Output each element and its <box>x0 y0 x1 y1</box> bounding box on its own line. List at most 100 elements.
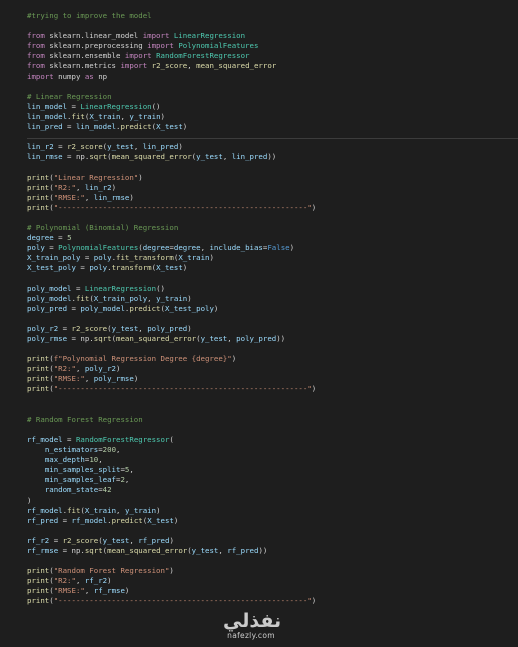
code-token-variable: y_test <box>111 323 139 333</box>
code-token-plain: ) <box>169 566 174 576</box>
code-line: poly_r2 = r2_score(y_test, poly_pred) <box>27 324 316 334</box>
code-line: print("---------------------------------… <box>27 203 316 213</box>
code-token-function: fit <box>67 505 81 515</box>
code-line: print("---------------------------------… <box>27 596 316 606</box>
code-token-plain: = <box>58 515 72 525</box>
code-line: min_samples_split=5, <box>27 465 316 475</box>
code-cell[interactable]: #trying to improve the model from sklear… <box>27 11 316 607</box>
code-token-plain: ) <box>107 576 112 586</box>
code-line: n_estimators=200, <box>27 445 316 455</box>
code-line: print("RMSE:", rf_rmse) <box>27 586 316 596</box>
code-token-plain: ) <box>213 303 219 313</box>
code-token-number: 10 <box>89 455 99 465</box>
code-token-plain: ) <box>156 505 161 515</box>
code-token-function: mean_squared_error <box>116 334 197 343</box>
code-token-variable: lin_pred <box>231 152 268 162</box>
code-token-number: 200 <box>102 445 117 455</box>
code-token-plain: , <box>84 586 94 596</box>
code-token-variable: rf_model <box>27 505 63 515</box>
code-token-plain: ) <box>173 515 179 525</box>
code-token-plain: , <box>227 334 237 343</box>
code-token-plain: sklearn.linear_model <box>44 31 143 41</box>
code-editor[interactable]: #trying to improve the model from sklear… <box>0 0 518 647</box>
code-token-number: 5 <box>67 233 72 243</box>
code-token-variable: rf_r2 <box>84 576 108 586</box>
code-line: poly_model = LinearRegression() <box>27 284 316 294</box>
code-token-function: sqrt <box>89 152 108 162</box>
code-token-plain: )) <box>267 152 277 162</box>
code-token-function: print <box>27 364 50 374</box>
code-token-plain: = <box>80 253 94 263</box>
code-line: print("R2:", lin_r2) <box>27 183 316 193</box>
code-token-plain: ) <box>169 535 174 545</box>
code-token-keyword: import <box>120 61 148 71</box>
code-token-variable: y_test <box>107 142 134 152</box>
code-token-variable: X_train <box>89 111 121 121</box>
code-token-function: predict <box>120 122 152 132</box>
code-token-variable: poly_model <box>80 303 125 313</box>
code-token-variable: poly <box>93 253 112 263</box>
code-token-comment: # Polynomial (Binomial) Regression <box>27 222 179 232</box>
code-token-keyword: import <box>27 71 54 81</box>
code-token-function: print <box>27 384 50 394</box>
code-line: print("RMSE:", poly_rmse) <box>27 374 316 384</box>
code-token-function: fit <box>71 111 85 121</box>
code-token-function: mean_squared_error <box>111 152 192 162</box>
code-token-keyword: import <box>124 51 152 61</box>
code-line: rf_pred = rf_model.predict(X_test) <box>27 516 316 526</box>
code-token-variable: degree <box>142 243 170 253</box>
code-token-variable: y_test <box>200 334 228 343</box>
code-line: # Polynomial (Binomial) Regression <box>27 223 316 233</box>
code-token-plain: = <box>75 263 90 273</box>
code-token-variable: lin_model <box>27 101 68 111</box>
code-token-string: "R2:" <box>53 576 76 586</box>
code-token-function: predict <box>129 303 161 313</box>
code-token-plain: ) <box>111 182 117 192</box>
code-token-variable: poly_model <box>27 293 72 303</box>
code-token-plain: )) <box>258 545 268 555</box>
code-line: from sklearn.linear_model import LinearR… <box>27 31 316 41</box>
code-token-string: "RMSE:" <box>53 374 85 384</box>
code-line: rf_model = RandomForestRegressor( <box>27 435 316 445</box>
code-token-function: r2_score <box>71 323 108 333</box>
code-token-variable: X_train <box>178 253 210 263</box>
code-token-plain: sklearn.ensemble <box>44 51 125 61</box>
code-token-plain: , <box>129 465 134 475</box>
code-line: print("RMSE:", lin_rmse) <box>27 193 316 203</box>
code-token-function: mean_squared_error <box>107 545 188 555</box>
code-token-plain: = <box>62 434 76 444</box>
code-token-function: transform <box>111 263 152 273</box>
code-token-plain: ) <box>311 596 317 606</box>
code-token-plain: , <box>187 61 197 71</box>
code-token-variable: poly_r2 <box>27 323 59 333</box>
code-line: print(f"Polynomial Regression Degree {de… <box>27 354 316 364</box>
code-token-variable: min_samples_leaf <box>44 475 117 485</box>
cell-divider <box>27 138 518 139</box>
code-token-function: print <box>27 182 50 192</box>
code-line: lin_model.fit(X_train, y_train) <box>27 112 316 122</box>
code-token-plain: ) <box>133 374 139 384</box>
code-token-plain: = <box>58 323 72 333</box>
code-token-string: "RMSE:" <box>53 192 85 202</box>
code-line: print("Random Forest Regression") <box>27 566 316 576</box>
code-token-plain: ) <box>311 202 317 212</box>
code-token-function: print <box>27 172 50 182</box>
watermark-logo: نفذلي <box>223 610 282 632</box>
code-token-function: fit_transform <box>116 253 174 263</box>
code-token-number: 42 <box>102 485 112 495</box>
code-token-function: print <box>27 566 50 576</box>
code-token-class: RandomForestRegressor <box>156 51 250 61</box>
code-token-variable: rf_pred <box>138 535 170 545</box>
code-token-plain: = np. <box>62 152 90 162</box>
code-token-plain: = <box>67 303 81 313</box>
code-token-class: LinearRegression <box>173 31 246 41</box>
code-line: min_samples_leaf=2, <box>27 475 316 485</box>
